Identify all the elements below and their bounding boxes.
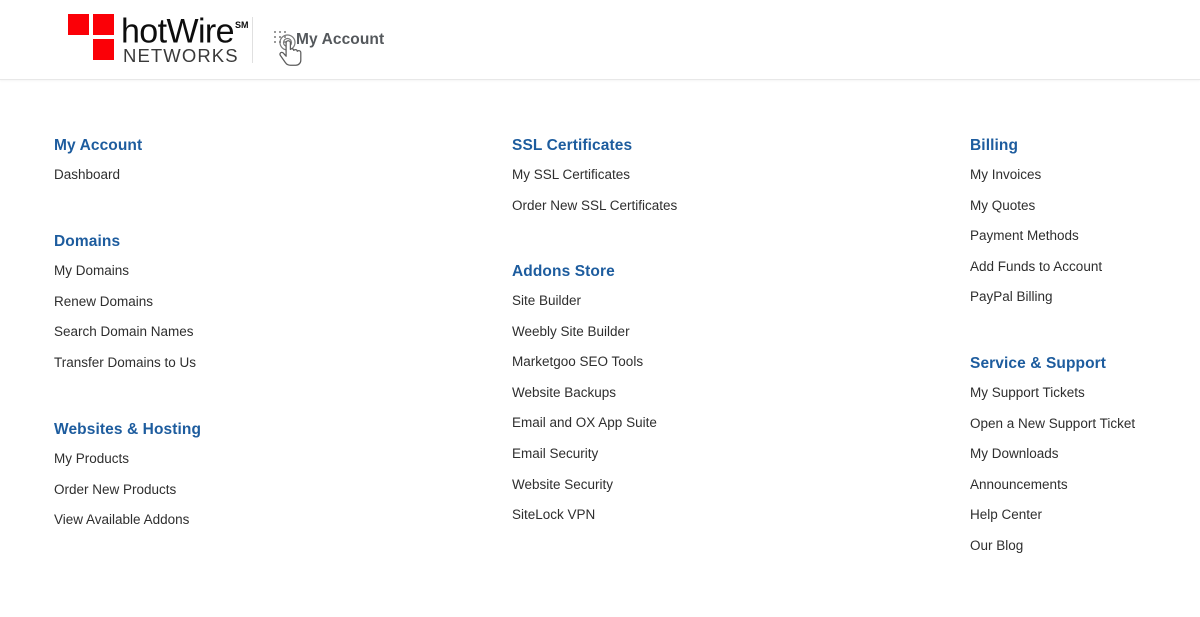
link-website-security[interactable]: Website Security <box>512 470 932 501</box>
group-heading-my-account: My Account <box>54 137 143 154</box>
link-my-support-tickets[interactable]: My Support Tickets <box>970 378 1200 409</box>
link-paypal-billing[interactable]: PayPal Billing <box>970 282 1200 313</box>
link-announcements[interactable]: Announcements <box>970 470 1200 501</box>
page-root: hotWireSM NETWORKS My Account My Account… <box>0 0 1200 617</box>
site-logo[interactable]: hotWireSM NETWORKS <box>68 13 248 68</box>
link-group-billing: Billing My Invoices My Quotes Payment Metho… <box>970 136 1200 313</box>
link-our-blog[interactable]: Our Blog <box>970 531 1200 562</box>
list-item: Renew Domains <box>54 287 474 318</box>
list-item: Website Security <box>512 470 932 501</box>
list-item: Our Blog <box>970 531 1200 562</box>
list-item: Open a New Support Ticket <box>970 409 1200 440</box>
link-view-available-addons[interactable]: View Available Addons <box>54 505 474 536</box>
header-divider <box>252 17 253 63</box>
list-item: Announcements <box>970 470 1200 501</box>
link-group-my-account: My Account Dashboard <box>54 136 474 191</box>
list-item: Email Security <box>512 439 932 470</box>
link-search-domain-names[interactable]: Search Domain Names <box>54 317 474 348</box>
link-my-products[interactable]: My Products <box>54 444 474 475</box>
link-order-new-ssl-certificates[interactable]: Order New SSL Certificates <box>512 191 932 222</box>
list-item: Weebly Site Builder <box>512 317 932 348</box>
link-my-invoices[interactable]: My Invoices <box>970 160 1200 191</box>
link-directory: My Account Dashboard Domains My Domains Rene… <box>0 80 1200 617</box>
link-dashboard[interactable]: Dashboard <box>54 160 474 191</box>
list-item: Search Domain Names <box>54 317 474 348</box>
link-list-my-account: Dashboard <box>54 160 474 191</box>
list-item: My Invoices <box>970 160 1200 191</box>
link-list-ssl-certificates: My SSL Certificates Order New SSL Certifi… <box>512 160 932 221</box>
link-list-domains: My Domains Renew Domains Search Domain Nam… <box>54 256 474 378</box>
link-group-ssl-certificates: SSL Certificates My SSL Certificates Order… <box>512 136 932 221</box>
list-item: My Quotes <box>970 191 1200 222</box>
list-item: Website Backups <box>512 378 932 409</box>
link-group-addons-store: Addons Store Site Builder Weebly Site Buil… <box>512 262 932 531</box>
link-group-websites-and-hosting: Websites & Hosting My Products Order New P… <box>54 420 474 536</box>
list-item: Order New Products <box>54 475 474 506</box>
group-heading-websites-and-hosting: Websites & Hosting <box>54 421 202 438</box>
link-help-center[interactable]: Help Center <box>970 500 1200 531</box>
link-site-builder[interactable]: Site Builder <box>512 286 932 317</box>
group-heading-addons-store: Addons Store <box>512 263 615 280</box>
list-item: Order New SSL Certificates <box>512 191 932 222</box>
link-list-addons-store: Site Builder Weebly Site Builder Marketgoo… <box>512 286 932 531</box>
grid-dots-icon[interactable] <box>274 31 289 46</box>
link-list-billing: My Invoices My Quotes Payment Methods Add F… <box>970 160 1200 313</box>
link-website-backups[interactable]: Website Backups <box>512 378 932 409</box>
hotwire-networks-logo-icon <box>68 14 115 61</box>
list-item: Help Center <box>970 500 1200 531</box>
logo-subtitle: NETWORKS <box>123 45 239 66</box>
list-item: PayPal Billing <box>970 282 1200 313</box>
group-heading-ssl-certificates: SSL Certificates <box>512 137 633 154</box>
group-heading-billing: Billing <box>970 137 1019 154</box>
link-group-service-and-support: Service & Support My Support Tickets Open … <box>970 354 1200 562</box>
list-item: Dashboard <box>54 160 474 191</box>
link-sitelock-vpn[interactable]: SiteLock VPN <box>512 500 932 531</box>
list-item: Marketgoo SEO Tools <box>512 347 932 378</box>
list-item: Payment Methods <box>970 221 1200 252</box>
logo-servicemark: SM <box>234 20 249 30</box>
link-payment-methods[interactable]: Payment Methods <box>970 221 1200 252</box>
link-list-websites-and-hosting: My Products Order New Products View Availa… <box>54 444 474 536</box>
list-item: SiteLock VPN <box>512 500 932 531</box>
link-weebly-site-builder[interactable]: Weebly Site Builder <box>512 317 932 348</box>
link-email-and-ox-app-suite[interactable]: Email and OX App Suite <box>512 408 932 439</box>
link-transfer-domains-to-us[interactable]: Transfer Domains to Us <box>54 348 474 379</box>
list-item: View Available Addons <box>54 505 474 536</box>
list-item: My SSL Certificates <box>512 160 932 191</box>
site-header: hotWireSM NETWORKS My Account <box>0 0 1200 80</box>
link-open-a-new-support-ticket[interactable]: Open a New Support Ticket <box>970 409 1200 440</box>
link-my-quotes[interactable]: My Quotes <box>970 191 1200 222</box>
page-title: My Account <box>296 31 385 48</box>
list-item: My Products <box>54 444 474 475</box>
link-order-new-products[interactable]: Order New Products <box>54 475 474 506</box>
link-marketgoo-seo-tools[interactable]: Marketgoo SEO Tools <box>512 347 932 378</box>
list-item: Site Builder <box>512 286 932 317</box>
list-item: Transfer Domains to Us <box>54 348 474 379</box>
link-list-service-and-support: My Support Tickets Open a New Support Tic… <box>970 378 1200 562</box>
link-email-security[interactable]: Email Security <box>512 439 932 470</box>
group-heading-service-and-support: Service & Support <box>970 355 1107 372</box>
list-item: Add Funds to Account <box>970 252 1200 283</box>
link-my-downloads[interactable]: My Downloads <box>970 439 1200 470</box>
logo-wordmark: hotWireSM <box>121 10 249 48</box>
list-item: My Domains <box>54 256 474 287</box>
list-item: Email and OX App Suite <box>512 408 932 439</box>
link-group-domains: Domains My Domains Renew Domains Search Dom… <box>54 232 474 378</box>
link-my-ssl-certificates[interactable]: My SSL Certificates <box>512 160 932 191</box>
link-renew-domains[interactable]: Renew Domains <box>54 287 474 318</box>
link-my-domains[interactable]: My Domains <box>54 256 474 287</box>
group-heading-domains: Domains <box>54 233 121 250</box>
link-add-funds-to-account[interactable]: Add Funds to Account <box>970 252 1200 283</box>
list-item: My Downloads <box>970 439 1200 470</box>
list-item: My Support Tickets <box>970 378 1200 409</box>
